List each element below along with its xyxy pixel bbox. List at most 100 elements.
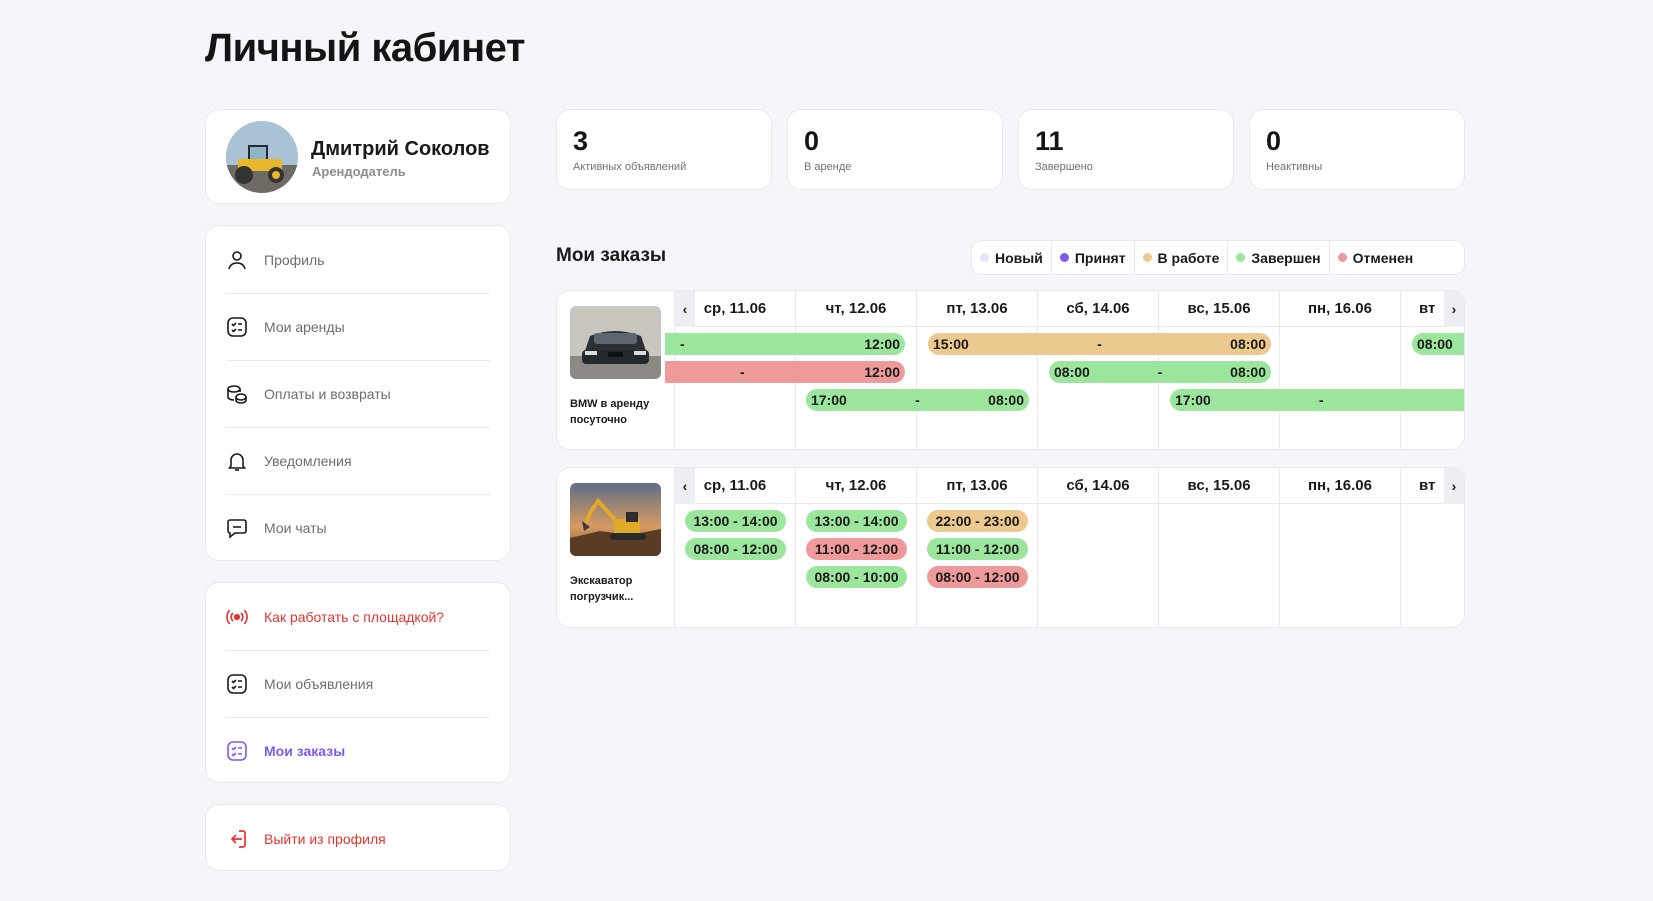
stat-label: Завершено — [1035, 161, 1093, 173]
stat-value: 0 — [1266, 126, 1282, 156]
booking-bar[interactable]: 17:00 - 08:00 — [806, 389, 1029, 411]
booking-sep: - — [680, 336, 685, 352]
status-dot-icon — [980, 253, 989, 262]
legend-item-cancelled: Отменен — [1330, 241, 1422, 274]
booking-bar[interactable]: 08:00 - 08:00 — [1049, 361, 1271, 383]
status-dot-icon — [1236, 253, 1246, 262]
checklist-icon — [226, 316, 248, 338]
listing-info[interactable]: BMW в аренду посуточно — [557, 291, 675, 449]
legend-item-new: Новый — [972, 241, 1052, 274]
logout-button[interactable]: Выйти из профиля — [226, 805, 490, 872]
menu-item-rentals[interactable]: Мои аренды — [226, 293, 490, 360]
booking-bar[interactable]: 08:00 — [1412, 333, 1464, 355]
menu-item-label: Мои объявления — [264, 676, 374, 692]
booking-start: 08:00 — [1054, 364, 1090, 380]
day-column — [1401, 504, 1464, 627]
avatar[interactable] — [226, 121, 298, 193]
legend-label: Принят — [1074, 249, 1126, 266]
stat-inactive: 0 Неактивны — [1249, 109, 1465, 190]
chevron-right-icon: › — [1451, 301, 1457, 317]
menu-item-chats[interactable]: Мои чаты — [226, 494, 490, 561]
listing-photo[interactable] — [570, 306, 661, 379]
stat-value: 3 — [573, 126, 589, 156]
booking-end: 08:00 — [988, 392, 1024, 408]
booking-slot[interactable]: 08:00 - 10:00 — [806, 566, 907, 588]
listing-title[interactable]: BMW в аренду посуточно — [570, 396, 670, 428]
legend-label: В работе — [1157, 249, 1220, 266]
booking-end: 12:00 — [864, 364, 900, 380]
next-days-button[interactable]: › — [1444, 468, 1464, 504]
menu-item-notifications[interactable]: Уведомления — [226, 427, 490, 494]
booking-slot[interactable]: 11:00 - 12:00 — [927, 538, 1028, 560]
booking-slot[interactable]: 13:00 - 14:00 — [806, 510, 907, 532]
calendar-grid: ср, 11.06 чт, 12.06 пт, 13.06 сб, 14.06 … — [665, 291, 1464, 449]
next-days-button[interactable]: › — [1444, 291, 1464, 327]
listing-photo[interactable] — [570, 483, 661, 556]
logout-icon — [226, 828, 248, 850]
booking-bar[interactable]: 15:00 - 08:00 — [928, 333, 1271, 355]
logout-card: Выйти из профиля — [205, 804, 511, 871]
day-header: вс, 15.06 — [1159, 291, 1280, 327]
day-header: пт, 13.06 — [917, 468, 1038, 504]
booking-start: 15:00 — [933, 336, 969, 352]
menu-item-profile[interactable]: Профиль — [226, 226, 490, 293]
booking-slot[interactable]: 08:00 - 12:00 — [927, 566, 1028, 588]
legend-item-accepted: Принят — [1052, 241, 1135, 274]
booking-bar[interactable]: - 12:00 — [665, 361, 905, 383]
day-column — [1038, 504, 1159, 627]
booking-start: 17:00 — [811, 392, 847, 408]
broadcast-icon — [226, 606, 248, 628]
menu-item-label: Мои аренды — [264, 319, 345, 335]
booking-slot[interactable]: 11:00 - 12:00 — [806, 538, 907, 560]
booking-slot[interactable]: 13:00 - 14:00 — [685, 510, 786, 532]
day-column — [1280, 327, 1401, 449]
listing-title[interactable]: Экскаватор погрузчик... — [570, 573, 670, 605]
booking-bar[interactable]: 17:00 - — [1170, 389, 1464, 411]
stat-label: Неактивны — [1266, 161, 1323, 173]
day-header: чт, 12.06 — [796, 291, 917, 327]
bell-icon — [226, 450, 248, 472]
day-header: пт, 13.06 — [917, 291, 1038, 327]
legend-label: Новый — [995, 249, 1043, 266]
booking-bar[interactable]: - 12:00 — [665, 333, 905, 355]
menu-item-label: Уведомления — [264, 453, 352, 469]
booking-sep: - — [740, 364, 745, 380]
stat-completed: 11 Завершено — [1018, 109, 1234, 190]
day-header: сб, 14.06 — [1038, 468, 1159, 504]
prev-days-button[interactable]: ‹ — [675, 468, 695, 504]
calendar-grid: ср, 11.06 чт, 12.06 пт, 13.06 сб, 14.06 … — [675, 468, 1464, 627]
user-icon — [226, 249, 248, 271]
status-dot-icon — [1059, 253, 1069, 262]
menu-item-my-orders[interactable]: Мои заказы — [226, 717, 490, 784]
listing-info[interactable]: Экскаватор погрузчик... — [557, 468, 675, 627]
secondary-menu: Как работать с площадкой? Мои объявления… — [205, 582, 511, 783]
legend-item-completed: Завершен — [1228, 241, 1330, 274]
chevron-left-icon: ‹ — [682, 301, 688, 317]
menu-item-label: Профиль — [264, 251, 325, 268]
menu-item-my-listings[interactable]: Мои объявления — [226, 650, 490, 717]
stat-value: 11 — [1035, 126, 1064, 156]
stat-in-rent: 0 В аренде — [787, 109, 1003, 190]
menu-item-label: Мои чаты — [264, 520, 327, 536]
chevron-right-icon: › — [1451, 478, 1457, 494]
profile-card: Дмитрий Соколов Арендодатель — [205, 109, 511, 204]
menu-item-label: Мои заказы — [264, 743, 346, 759]
booking-slot[interactable]: 22:00 - 23:00 — [927, 510, 1028, 532]
booking-slot[interactable]: 08:00 - 12:00 — [685, 538, 786, 560]
booking-sep: - — [1157, 364, 1163, 380]
menu-item-how-it-works[interactable]: Как работать с площадкой? — [226, 583, 490, 650]
stat-label: Активных объявлений — [573, 161, 687, 173]
menu-item-label: Оплаты и возвраты — [264, 386, 391, 402]
booking-end: 08:00 — [1230, 364, 1266, 380]
day-header: пн, 16.06 — [1280, 468, 1401, 504]
booking-end: 08:00 — [1230, 336, 1266, 352]
day-column — [1280, 504, 1401, 627]
legend-label: Отменен — [1352, 249, 1414, 266]
menu-item-payments[interactable]: Оплаты и возвраты — [226, 360, 490, 427]
status-dot-icon — [1337, 253, 1347, 262]
stat-active-listings: 3 Активных объявлений — [556, 109, 772, 190]
prev-days-button[interactable]: ‹ — [675, 291, 695, 327]
booking-sep: - — [1097, 336, 1102, 352]
profile-name: Дмитрий Соколов — [311, 138, 490, 160]
day-column — [1159, 504, 1280, 627]
